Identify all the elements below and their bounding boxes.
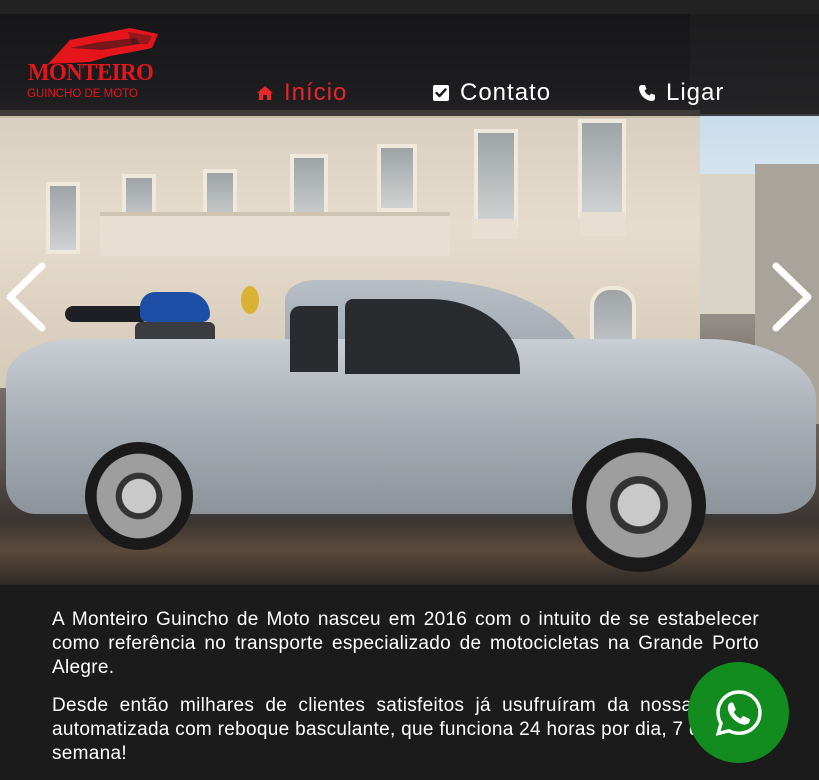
building-balcony: [472, 219, 517, 239]
chevron-left-icon: [6, 262, 46, 332]
phone-icon: [639, 85, 655, 101]
brand-logo[interactable]: MONTEIRO GUINCHO DE MOTO: [20, 26, 170, 106]
brand-name: MONTEIRO: [28, 60, 154, 86]
rear-wheel: [85, 442, 193, 550]
building-window: [474, 129, 518, 227]
brand-tagline: GUINCHO DE MOTO: [27, 88, 138, 100]
building-balcony: [100, 212, 450, 256]
carousel-prev-button[interactable]: [2, 260, 48, 334]
front-wheel: [572, 438, 706, 572]
check-square-icon: [433, 85, 449, 101]
whatsapp-icon: [715, 689, 762, 736]
top-strip: [0, 0, 819, 14]
background-tower: [700, 174, 760, 314]
pickup-rear-window: [290, 306, 338, 372]
carousel-next-button[interactable]: [770, 260, 816, 334]
building-balcony: [580, 212, 625, 236]
nav-contact-label: Contato: [460, 79, 552, 106]
nav-call-link[interactable]: Ligar: [638, 76, 724, 110]
about-paragraph: A Monteiro Guincho de Moto nasceu em 201…: [52, 609, 759, 678]
nav-call-label: Ligar: [666, 79, 725, 106]
chevron-right-icon: [772, 262, 812, 332]
nav-contact-link[interactable]: Contato: [432, 76, 551, 110]
building-window: [578, 119, 626, 217]
building-window: [377, 144, 417, 212]
about-paragraph: Desde então milhares de clientes satisfe…: [52, 695, 759, 764]
about-section: A Monteiro Guincho de Moto nasceu em 201…: [52, 608, 759, 780]
nav-home-label: Início: [284, 79, 348, 106]
whatsapp-button[interactable]: [688, 662, 789, 763]
home-icon: [257, 86, 273, 100]
building-window: [46, 182, 80, 254]
nav-home-link[interactable]: Início: [256, 76, 347, 110]
